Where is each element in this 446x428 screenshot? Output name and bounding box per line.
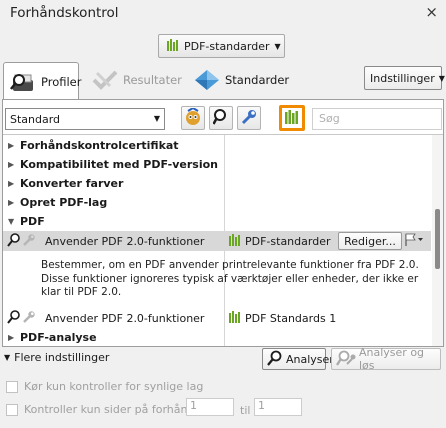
profile-tree: ▶ Forhåndskontrolcertifikat ▶ Kompatibil… bbox=[3, 134, 443, 346]
chevron-down-icon: ▼ bbox=[274, 41, 281, 51]
magnifier-icon bbox=[212, 108, 229, 128]
search-placeholder: Søg bbox=[319, 112, 340, 125]
rule-description: Bestemmer, om en PDF anvender printrelev… bbox=[41, 259, 419, 298]
standards-bars-icon bbox=[229, 233, 242, 249]
page-range-separator: til bbox=[240, 404, 251, 417]
tree-rule-row[interactable]: Anvender PDF 2.0-funktioner PDF Standard… bbox=[3, 309, 431, 327]
close-icon[interactable]: × bbox=[425, 3, 438, 21]
tree-scrollbar[interactable] bbox=[432, 135, 443, 346]
tree-group-create-pdf-layers[interactable]: ▶ Opret PDF-lag bbox=[3, 194, 431, 210]
tree-group-pdf-analysis[interactable]: ▶ PDF-analyse bbox=[3, 329, 431, 345]
tab-profiles[interactable]: Profiler bbox=[3, 62, 82, 100]
standards-filter-button[interactable] bbox=[279, 105, 305, 131]
rule-standard: PDF Standards 1 bbox=[229, 310, 337, 326]
tab-results[interactable]: Resultater bbox=[92, 62, 182, 98]
tree-group-preflight-certificate[interactable]: ▶ Forhåndskontrolcertifikat bbox=[3, 137, 431, 153]
visible-layers-checkbox-row[interactable]: Kør kun kontroller for synlige lag bbox=[6, 380, 203, 393]
profile-select[interactable]: Standard ▼ bbox=[5, 108, 165, 130]
more-settings-toggle[interactable]: ▼ Flere indstillinger bbox=[4, 351, 109, 364]
rule-name: Anvender PDF 2.0-funktioner bbox=[45, 234, 205, 248]
magnifier-icon bbox=[7, 232, 21, 250]
analyze-and-fix-label: Analyser og løs bbox=[359, 346, 425, 372]
standards-diamond-icon bbox=[194, 69, 220, 91]
rule-name: Anvender PDF 2.0-funktioner bbox=[45, 311, 205, 325]
magnifier-icon bbox=[267, 350, 283, 369]
rule-standard: PDF-standarder bbox=[229, 233, 331, 249]
standards-bars-icon bbox=[229, 310, 242, 326]
profiles-panel: Standard ▼ Søg ▶ Forhåndskontrolcertifik… bbox=[2, 99, 444, 347]
rule-standard-label: PDF-standarder bbox=[245, 234, 331, 248]
profile-select-value: Standard bbox=[10, 112, 61, 126]
standards-dropdown[interactable]: PDF-standarder ▼ bbox=[158, 34, 285, 58]
page-to-field[interactable]: 1 bbox=[254, 398, 302, 416]
tree-group-label: Opret PDF-lag bbox=[20, 195, 108, 209]
expand-triangle-icon: ▶ bbox=[8, 178, 15, 188]
magnifier-icon bbox=[7, 309, 21, 327]
tree-group-label: Konverter farver bbox=[20, 176, 124, 190]
profile-magnifier-icon bbox=[10, 71, 36, 93]
analyze-button[interactable]: Analyser bbox=[262, 348, 334, 370]
pages-only-checkbox-row[interactable]: Kontroller kun sider på forhånd bbox=[6, 403, 194, 416]
wrench-icon bbox=[241, 109, 257, 128]
settings-menu-button[interactable]: Indstillinger ▼ bbox=[364, 66, 445, 90]
fixup-wizard-icon bbox=[184, 106, 202, 129]
visible-layers-checkbox[interactable] bbox=[6, 380, 18, 393]
title-bar: Forhåndskontrol × bbox=[0, 0, 446, 28]
tree-group-convert-colors[interactable]: ▶ Konverter farver bbox=[3, 175, 431, 191]
chevron-down-icon: ▼ bbox=[153, 114, 160, 123]
results-checkmark-icon bbox=[92, 69, 118, 91]
tab-standards-label: Standarder bbox=[225, 73, 290, 87]
magnifier-wrench-icon bbox=[336, 350, 356, 369]
tree-rule-row-selected[interactable]: Anvender PDF 2.0-funktioner PDF-standard… bbox=[3, 231, 431, 251]
pages-only-checkbox[interactable] bbox=[6, 403, 18, 416]
expand-triangle-icon: ▶ bbox=[8, 140, 15, 150]
wrench-icon bbox=[22, 310, 36, 327]
analyze-and-fix-button[interactable]: Analyser og løs bbox=[331, 346, 441, 372]
fixups-wrench-button[interactable] bbox=[237, 106, 261, 130]
checks-toggle-button[interactable] bbox=[209, 106, 233, 130]
scrollbar-thumb[interactable] bbox=[435, 209, 440, 269]
standards-bars-icon bbox=[285, 109, 299, 127]
expand-triangle-icon: ▶ bbox=[8, 159, 15, 169]
fixups-toggle-button[interactable] bbox=[181, 106, 205, 130]
window-title: Forhåndskontrol bbox=[10, 5, 119, 21]
tree-group-label: PDF-analyse bbox=[20, 330, 97, 344]
tree-group-label: Kompatibilitet med PDF-version bbox=[20, 157, 218, 171]
chevron-down-icon: ▼ bbox=[438, 73, 445, 83]
flag-dropdown-icon[interactable] bbox=[404, 233, 424, 250]
tree-group-label: PDF bbox=[20, 214, 45, 228]
standards-dropdown-label: PDF-standarder bbox=[184, 39, 270, 53]
visible-layers-label: Kør kun kontroller for synlige lag bbox=[24, 380, 204, 393]
page-from-field[interactable]: 1 bbox=[186, 398, 234, 416]
tab-results-label: Resultater bbox=[123, 73, 182, 87]
standards-bars-icon bbox=[167, 38, 180, 54]
pages-only-label: Kontroller kun sider på forhånd bbox=[24, 403, 195, 416]
tree-group-label: Forhåndskontrolcertifikat bbox=[20, 138, 179, 152]
rule-type-icons bbox=[7, 232, 36, 250]
expand-triangle-icon: ▶ bbox=[8, 332, 15, 342]
analyze-button-label: Analyser bbox=[286, 352, 334, 366]
wrench-icon bbox=[22, 233, 36, 250]
settings-menu-label: Indstillinger bbox=[370, 71, 435, 85]
tab-profiles-label: Profiler bbox=[41, 74, 82, 89]
tab-standards[interactable]: Standarder bbox=[194, 62, 289, 98]
tree-group-pdf-version-compatibility[interactable]: ▶ Kompatibilitet med PDF-version bbox=[3, 156, 431, 172]
search-input[interactable]: Søg bbox=[312, 108, 442, 130]
expand-triangle-icon: ▶ bbox=[8, 197, 15, 207]
more-settings-label: Flere indstillinger bbox=[14, 351, 110, 364]
rule-standard-label: PDF Standards 1 bbox=[245, 311, 337, 325]
rule-type-icons bbox=[7, 309, 36, 327]
collapse-triangle-icon: ▼ bbox=[4, 353, 11, 362]
collapse-triangle-icon: ▼ bbox=[8, 216, 15, 226]
tree-group-pdf[interactable]: ▼ PDF bbox=[3, 213, 431, 229]
edit-rule-button[interactable]: Rediger... bbox=[338, 232, 402, 250]
